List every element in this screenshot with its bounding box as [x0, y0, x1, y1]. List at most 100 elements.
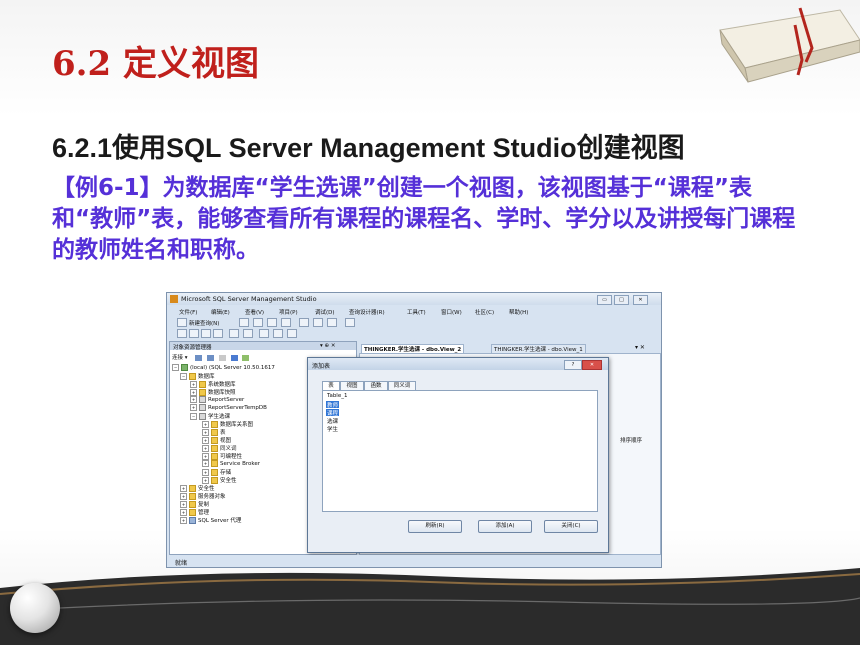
window-close-icon[interactable]: ✕: [633, 295, 648, 305]
expand-icon[interactable]: +: [180, 517, 187, 524]
analysis-query-icon[interactable]: [253, 318, 263, 327]
show-results-icon[interactable]: [213, 329, 223, 338]
verify-sql-icon[interactable]: [243, 329, 253, 338]
menu-window[interactable]: 窗口(W): [441, 308, 462, 316]
disconnect-icon[interactable]: [207, 354, 215, 361]
expand-icon[interactable]: +: [190, 396, 197, 403]
tree-node-server[interactable]: − (local) (SQL Server 10.50.1617: [172, 364, 275, 371]
tree-node-student-db[interactable]: − 学生选课: [190, 412, 230, 420]
expand-icon[interactable]: +: [202, 445, 209, 452]
list-item-table1[interactable]: Table_1: [326, 393, 348, 400]
expand-icon[interactable]: +: [202, 469, 209, 476]
ssms-app-icon: [170, 295, 178, 303]
menu-query-designer[interactable]: 查询设计器(R): [349, 308, 385, 316]
xmla-query-icon[interactable]: [281, 318, 291, 327]
object-explorer-title: 对象资源管理器: [173, 345, 212, 351]
tree-node-views[interactable]: + 视图: [202, 436, 231, 444]
menu-community[interactable]: 社区(C): [475, 308, 494, 316]
list-item-course[interactable]: 课程: [326, 409, 340, 417]
expand-icon[interactable]: +: [202, 437, 209, 444]
expand-icon[interactable]: +: [180, 509, 187, 516]
execute-icon[interactable]: [229, 329, 239, 338]
menu-help[interactable]: 帮助(H): [509, 308, 528, 316]
tree-node-tables[interactable]: + 表: [202, 428, 226, 436]
add-button[interactable]: 添加(A): [478, 520, 532, 533]
folder-icon: [189, 373, 196, 380]
tree-node-diagrams[interactable]: + 数据库关系图: [202, 420, 253, 428]
expand-icon[interactable]: +: [202, 460, 209, 467]
expand-icon[interactable]: +: [202, 421, 209, 428]
expand-icon[interactable]: +: [202, 429, 209, 436]
tree-node-synonyms[interactable]: + 同义词: [202, 444, 237, 452]
database-engine-query-icon[interactable]: [239, 318, 249, 327]
connect-icon[interactable]: [195, 354, 203, 361]
show-sql-icon[interactable]: [201, 329, 211, 338]
agent-icon: [189, 517, 196, 524]
tree-node-storage[interactable]: + 存储: [202, 468, 231, 476]
tree-node-programmability[interactable]: + 可编程性: [202, 452, 242, 460]
dialog-title: 添加表: [312, 363, 331, 370]
menu-tools[interactable]: 工具(T): [407, 308, 426, 316]
tree-node-databases[interactable]: − 数据库: [180, 372, 215, 380]
filter-icon[interactable]: [230, 354, 238, 361]
list-item-teacher[interactable]: 教师: [326, 401, 340, 409]
collapse-icon[interactable]: −: [180, 373, 187, 380]
menu-view[interactable]: 查看(V): [245, 308, 264, 316]
tree-node-system-databases[interactable]: + 系统数据库: [190, 380, 236, 388]
list-item-enrollment[interactable]: 选课: [326, 417, 339, 425]
open-file-icon[interactable]: [299, 318, 309, 327]
expand-icon[interactable]: +: [202, 453, 209, 460]
tree-node-snapshots[interactable]: + 数据库快照: [190, 388, 236, 396]
collapse-icon[interactable]: −: [190, 413, 197, 420]
new-query-icon[interactable]: [177, 318, 187, 327]
minimize-icon[interactable]: ▭: [597, 295, 612, 305]
tree-node-db-security[interactable]: + 安全性: [202, 476, 237, 484]
close-button[interactable]: 关闭(C): [544, 520, 598, 533]
expand-icon[interactable]: +: [202, 477, 209, 484]
dmx-query-icon[interactable]: [267, 318, 277, 327]
group-by-icon[interactable]: [259, 329, 269, 338]
tree-node-security[interactable]: + 安全性: [180, 484, 215, 492]
menu-file[interactable]: 文件(F): [179, 308, 197, 316]
print-icon[interactable]: [327, 318, 337, 327]
tree-node-sql-agent[interactable]: + SQL Server 代理: [180, 516, 241, 524]
menu-edit[interactable]: 编辑(E): [211, 308, 230, 316]
refresh-button[interactable]: 刷新(R): [408, 520, 462, 533]
refresh-icon[interactable]: [242, 354, 250, 361]
stop-icon[interactable]: [218, 354, 226, 361]
dialog-titlebar: 添加表 ? ✕: [308, 358, 608, 370]
tree-node-reportservertempdb[interactable]: + ReportServerTempDB: [190, 404, 267, 411]
server-icon: [181, 364, 188, 371]
tree-node-reportserver[interactable]: + ReportServer: [190, 396, 244, 403]
folder-icon: [189, 509, 196, 516]
add-derived-table-icon[interactable]: [287, 329, 297, 338]
collapse-icon[interactable]: −: [172, 364, 179, 371]
new-query-button[interactable]: 新建查询(N): [189, 319, 219, 327]
activity-monitor-icon[interactable]: [345, 318, 355, 327]
save-icon[interactable]: [313, 318, 323, 327]
maximize-icon[interactable]: □: [614, 295, 629, 305]
dialog-help-icon[interactable]: ?: [564, 360, 582, 370]
menu-debug[interactable]: 调试(D): [315, 308, 335, 316]
list-item-student[interactable]: 学生: [326, 425, 339, 433]
dialog-close-icon[interactable]: ✕: [582, 360, 602, 370]
expand-icon[interactable]: +: [180, 493, 187, 500]
menu-project[interactable]: 项目(P): [279, 308, 298, 316]
show-criteria-icon[interactable]: [189, 329, 199, 338]
tab-close-icon[interactable]: ▾ ✕: [635, 344, 645, 351]
expand-icon[interactable]: +: [180, 501, 187, 508]
panel-pin-icon[interactable]: ▾ ⊕ ✕: [320, 343, 335, 349]
expand-icon[interactable]: +: [180, 485, 187, 492]
expand-icon[interactable]: +: [190, 404, 197, 411]
expand-icon[interactable]: +: [190, 381, 197, 388]
slide-title: 6.2 定义视图: [52, 44, 259, 84]
tree-node-replication[interactable]: + 复制: [180, 500, 209, 508]
tree-node-server-objects[interactable]: + 服务器对象: [180, 492, 226, 500]
add-table-icon[interactable]: [273, 329, 283, 338]
show-diagram-icon[interactable]: [177, 329, 187, 338]
expand-icon[interactable]: +: [190, 389, 197, 396]
tree-node-service-broker[interactable]: + Service Broker: [202, 460, 260, 467]
tree-node-management[interactable]: + 管理: [180, 508, 209, 516]
connect-button[interactable]: 连接 ▾: [172, 355, 188, 361]
add-table-dialog: 添加表 ? ✕ 表 视图 函数 同义词 Table_1 教师 课程 选课 学生 …: [307, 357, 609, 553]
